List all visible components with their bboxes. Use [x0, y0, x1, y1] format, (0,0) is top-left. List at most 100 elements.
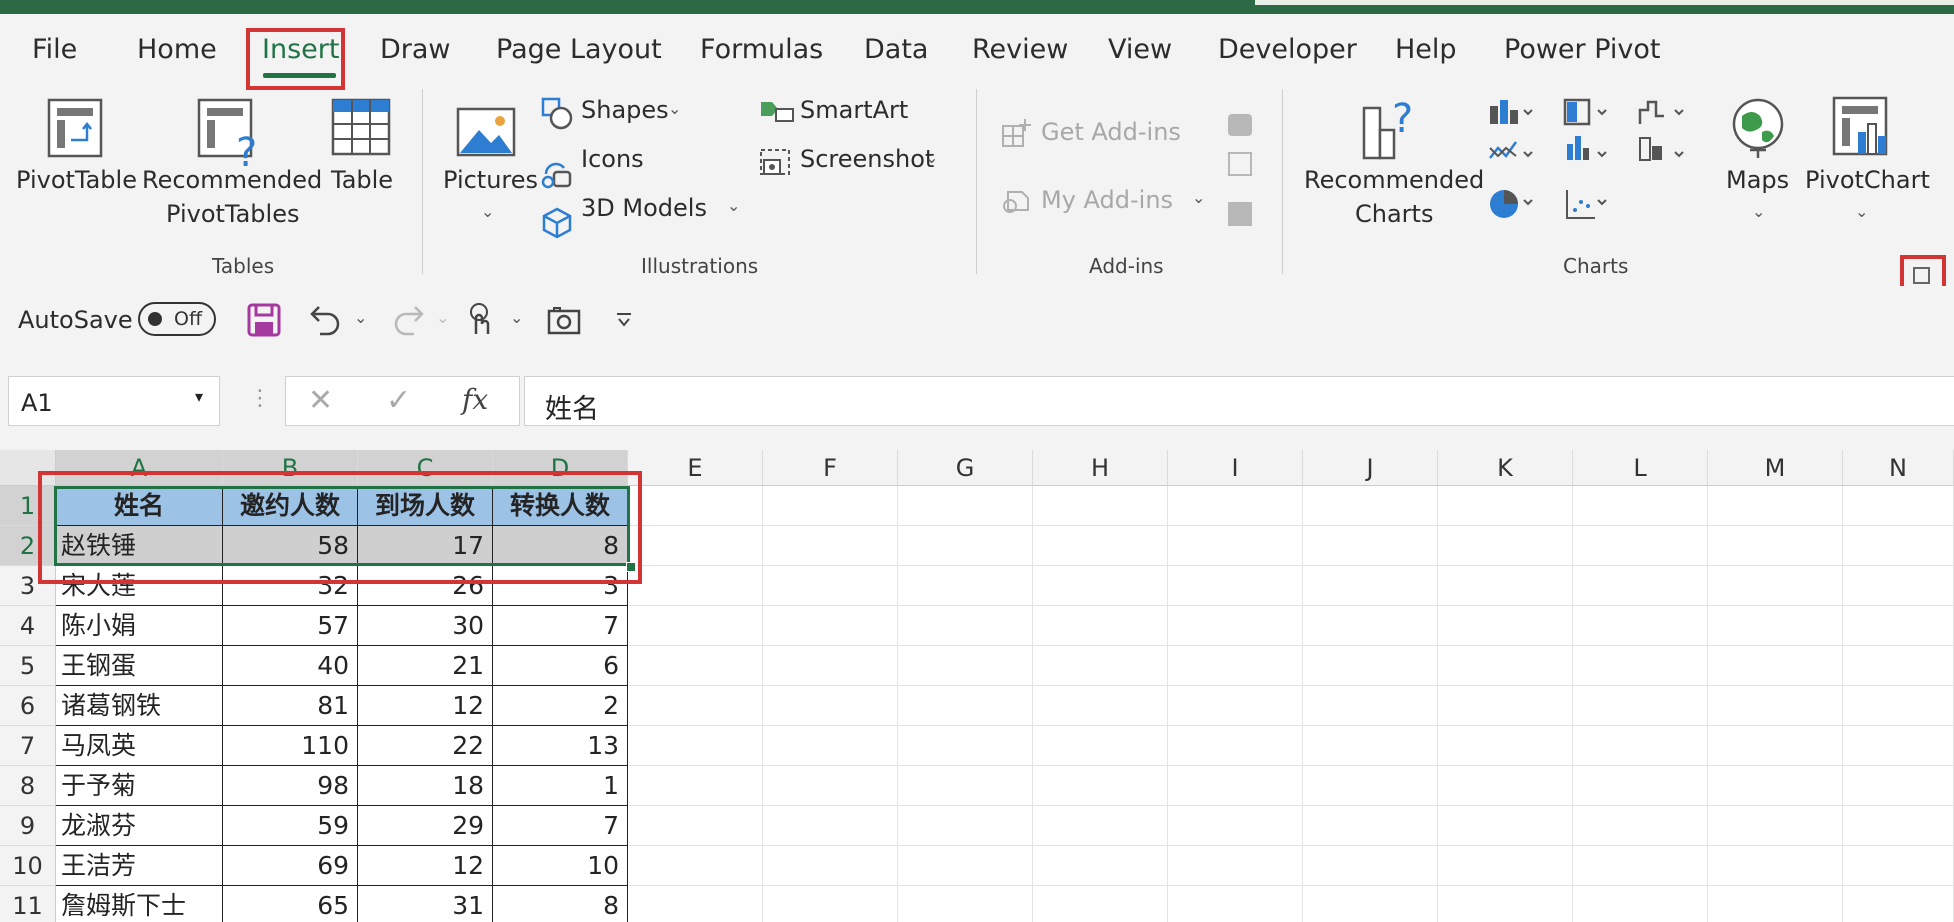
- table-cell[interactable]: 于予菊: [56, 766, 223, 806]
- empty-cell[interactable]: [1033, 566, 1168, 606]
- empty-cell[interactable]: [1843, 486, 1954, 526]
- row-header[interactable]: 8: [0, 766, 56, 806]
- tab-file[interactable]: File: [32, 34, 77, 65]
- empty-cell[interactable]: [898, 526, 1033, 566]
- row-header[interactable]: 10: [0, 846, 56, 886]
- tab-developer[interactable]: Developer: [1218, 34, 1357, 65]
- empty-cell[interactable]: [1303, 646, 1438, 686]
- empty-cell[interactable]: [628, 566, 763, 606]
- empty-cell[interactable]: [1438, 846, 1573, 886]
- screenshot-label[interactable]: Screenshot: [800, 145, 934, 173]
- recommended-pivottables-label-2[interactable]: PivotTables: [166, 198, 299, 231]
- pivotchart-chevron-down-icon[interactable]: ⌄: [1855, 202, 1868, 221]
- table-cell[interactable]: 69: [223, 846, 358, 886]
- empty-cell[interactable]: [628, 646, 763, 686]
- tab-view[interactable]: View: [1108, 34, 1172, 65]
- empty-cell[interactable]: [1168, 646, 1303, 686]
- empty-cell[interactable]: [898, 726, 1033, 766]
- table-cell[interactable]: 马凤英: [56, 726, 223, 766]
- empty-cell[interactable]: [1573, 886, 1708, 922]
- table-label[interactable]: Table: [331, 164, 393, 197]
- empty-cell[interactable]: [1168, 686, 1303, 726]
- worksheet-grid[interactable]: A B C D E F G H I J K L M N 1 姓名 邀约人数 到场人数转…: [0, 450, 1954, 922]
- empty-cell[interactable]: [1843, 686, 1954, 726]
- recommended-pivottables-icon[interactable]: ?: [194, 96, 264, 170]
- pivottable-icon[interactable]: [44, 96, 106, 160]
- 3d-models-chevron-down-icon[interactable]: ⌄: [727, 196, 740, 215]
- empty-cell[interactable]: [1843, 526, 1954, 566]
- empty-cell[interactable]: [628, 886, 763, 922]
- row-header[interactable]: 3: [0, 566, 56, 606]
- empty-cell[interactable]: [1708, 766, 1843, 806]
- column-header-m[interactable]: M: [1708, 450, 1843, 486]
- tab-data[interactable]: Data: [864, 34, 928, 65]
- empty-cell[interactable]: [763, 526, 898, 566]
- empty-cell[interactable]: [1843, 846, 1954, 886]
- column-header-g[interactable]: G: [898, 450, 1033, 486]
- screenshot-chevron-down-icon[interactable]: ⌄: [925, 148, 938, 167]
- empty-cell[interactable]: [1573, 646, 1708, 686]
- recommended-charts-label-1[interactable]: Recommended: [1304, 164, 1484, 197]
- table-cell[interactable]: 30: [358, 606, 493, 646]
- empty-cell[interactable]: [763, 566, 898, 606]
- empty-cell[interactable]: [1573, 726, 1708, 766]
- table-cell[interactable]: 赵铁锤: [56, 526, 223, 566]
- fill-handle[interactable]: [626, 562, 636, 572]
- table-cell[interactable]: 17: [358, 526, 493, 566]
- empty-cell[interactable]: [898, 806, 1033, 846]
- empty-cell[interactable]: [1573, 686, 1708, 726]
- formula-input[interactable]: 姓名: [524, 376, 1954, 426]
- formula-bar-drag-handle[interactable]: ⋮: [249, 386, 271, 411]
- table-cell[interactable]: 宋大莲: [56, 566, 223, 606]
- empty-cell[interactable]: [1303, 486, 1438, 526]
- empty-cell[interactable]: [1708, 566, 1843, 606]
- empty-cell[interactable]: [628, 766, 763, 806]
- table-cell[interactable]: 10: [493, 846, 628, 886]
- empty-cell[interactable]: [763, 766, 898, 806]
- empty-cell[interactable]: [1573, 526, 1708, 566]
- table-cell[interactable]: 7: [493, 806, 628, 846]
- pivotchart-label[interactable]: PivotChart: [1805, 164, 1930, 197]
- empty-cell[interactable]: [1843, 566, 1954, 606]
- insert-function-icon[interactable]: fx: [462, 383, 488, 416]
- empty-cell[interactable]: [763, 726, 898, 766]
- empty-cell[interactable]: [1573, 846, 1708, 886]
- smartart-icon[interactable]: [758, 96, 796, 126]
- row-header[interactable]: 5: [0, 646, 56, 686]
- icons-label[interactable]: Icons: [581, 145, 644, 173]
- customize-qat-icon[interactable]: [614, 310, 634, 330]
- empty-cell[interactable]: [1708, 846, 1843, 886]
- empty-cell[interactable]: [1573, 806, 1708, 846]
- empty-cell[interactable]: [1303, 766, 1438, 806]
- select-all-button[interactable]: [0, 450, 56, 486]
- empty-cell[interactable]: [628, 526, 763, 566]
- pictures-icon[interactable]: [455, 106, 519, 162]
- tab-help[interactable]: Help: [1395, 34, 1457, 65]
- camera-icon[interactable]: [546, 304, 582, 336]
- empty-cell[interactable]: [1168, 486, 1303, 526]
- recommended-charts-icon[interactable]: ?: [1360, 96, 1424, 164]
- shapes-icon[interactable]: [540, 96, 574, 130]
- row-header[interactable]: 7: [0, 726, 56, 766]
- empty-cell[interactable]: [628, 726, 763, 766]
- tab-draw[interactable]: Draw: [380, 34, 451, 65]
- table-cell[interactable]: 8: [493, 886, 628, 922]
- 3d-models-icon[interactable]: [540, 206, 574, 240]
- empty-cell[interactable]: [1438, 886, 1573, 922]
- table-cell[interactable]: 40: [223, 646, 358, 686]
- table-cell[interactable]: 龙淑芬: [56, 806, 223, 846]
- table-cell[interactable]: 65: [223, 886, 358, 922]
- tab-formulas[interactable]: Formulas: [700, 34, 823, 65]
- empty-cell[interactable]: [763, 806, 898, 846]
- empty-cell[interactable]: [898, 886, 1033, 922]
- empty-cell[interactable]: [1303, 806, 1438, 846]
- table-header-cell[interactable]: 邀约人数: [223, 486, 358, 526]
- undo-chevron-down-icon[interactable]: ⌄: [354, 308, 367, 327]
- column-header-b[interactable]: B: [223, 450, 358, 486]
- empty-cell[interactable]: [898, 486, 1033, 526]
- empty-cell[interactable]: [1573, 766, 1708, 806]
- empty-cell[interactable]: [1033, 846, 1168, 886]
- empty-cell[interactable]: [1168, 846, 1303, 886]
- empty-cell[interactable]: [1033, 766, 1168, 806]
- maps-label[interactable]: Maps: [1726, 164, 1789, 197]
